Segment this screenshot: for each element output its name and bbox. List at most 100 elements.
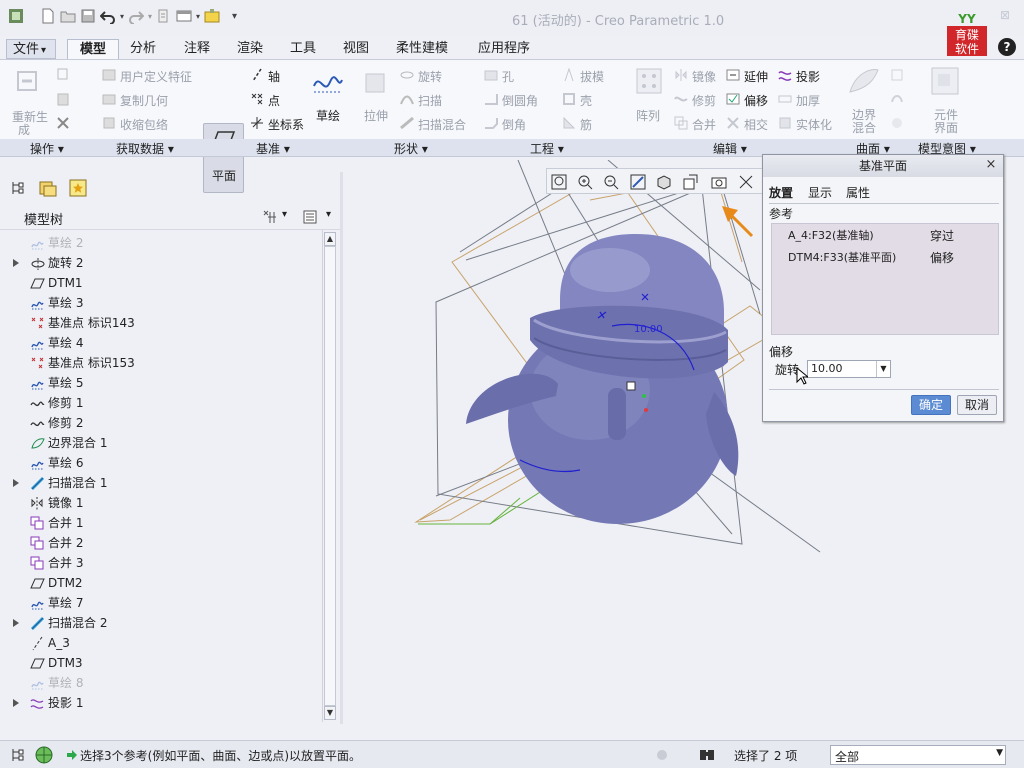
chevron-down-icon[interactable]: ▼ — [996, 748, 1003, 758]
sweep-button[interactable]: 扫描 — [418, 92, 442, 109]
selection-count[interactable]: 选择了 2 项 — [734, 747, 797, 764]
view-manager-icon[interactable] — [710, 173, 728, 191]
window-close-button[interactable]: ⊠ — [1000, 8, 1010, 22]
tab-display[interactable]: 显示 — [808, 183, 832, 203]
revolve-button[interactable]: 旋转 — [418, 68, 442, 85]
windows-icon[interactable] — [176, 8, 192, 24]
reference-constraint[interactable]: 偏移 — [930, 248, 954, 268]
tree-item[interactable]: 扫描混合 2 — [0, 613, 322, 633]
reference-constraint[interactable]: 穿过 — [930, 226, 954, 246]
tree-item[interactable]: 投影 1 — [0, 693, 322, 713]
dimension-label[interactable]: 10.00 — [634, 324, 663, 335]
tree-item[interactable]: 草绘 5 — [0, 373, 322, 393]
copy-icon[interactable] — [56, 68, 70, 82]
ok-button[interactable]: 确定 — [911, 395, 951, 415]
tab-placement[interactable]: 放置 — [769, 183, 793, 203]
solidify-icon[interactable] — [778, 116, 792, 130]
regenerate-icon[interactable] — [14, 68, 42, 96]
folder-browser-tab-icon[interactable] — [38, 178, 58, 198]
tab-file[interactable]: 文件 ▾ — [6, 39, 56, 59]
component-interface-icon[interactable] — [930, 66, 960, 96]
expand-arrow-icon[interactable] — [13, 259, 19, 267]
tree-item[interactable]: 扫描混合 1 — [0, 473, 322, 493]
tree-item[interactable]: 合并 3 — [0, 553, 322, 573]
group-datum[interactable]: 基准 ▾ — [256, 140, 290, 157]
datum-display-icon[interactable] — [737, 173, 755, 191]
reference-row[interactable]: A_4:F32(基准轴) 穿过 — [788, 226, 996, 246]
trim-icon[interactable] — [674, 92, 688, 106]
saved-orientations-icon[interactable] — [681, 173, 699, 191]
style-icon[interactable] — [890, 68, 904, 82]
tab-properties[interactable]: 属性 — [846, 183, 870, 203]
sweep-icon[interactable] — [400, 92, 414, 106]
merge-icon[interactable] — [674, 116, 688, 130]
reference-row[interactable]: DTM4:F33(基准平面) 偏移 — [788, 248, 996, 268]
swept-blend-icon[interactable] — [400, 116, 414, 130]
tree-item[interactable]: 修剪 2 — [0, 413, 322, 433]
tree-item[interactable]: 基准点 标识143 — [0, 313, 322, 333]
pattern-button[interactable]: 阵列 — [636, 107, 660, 124]
save-icon[interactable] — [80, 8, 96, 24]
rotation-value[interactable]: 10.00 — [811, 362, 843, 375]
chevron-down-icon[interactable]: ▼ — [876, 361, 890, 377]
group-shapes[interactable]: 形状 ▾ — [394, 140, 428, 157]
scroll-up-icon[interactable]: ▲ — [324, 232, 336, 246]
windows-dropdown-icon[interactable]: ▾ — [196, 12, 200, 21]
trim-button[interactable]: 修剪 — [692, 92, 716, 109]
redo-dropdown-icon[interactable]: ▾ — [148, 12, 152, 21]
browser-toggle-icon[interactable] — [34, 745, 54, 765]
tree-item[interactable]: A_3 — [0, 633, 322, 653]
hole-icon[interactable] — [484, 68, 498, 82]
regenerate-icon[interactable] — [156, 8, 172, 24]
extend-icon[interactable] — [726, 68, 740, 82]
drag-handle[interactable] — [626, 381, 636, 391]
repaint-icon[interactable] — [629, 173, 647, 191]
pattern-icon[interactable] — [636, 68, 662, 94]
user-defined-feature-button[interactable]: 用户定义特征 — [120, 68, 192, 85]
project-icon[interactable] — [778, 68, 792, 82]
model-tree-toggle-icon[interactable] — [10, 747, 26, 763]
penguin-model[interactable] — [466, 234, 739, 524]
mirror-icon[interactable] — [674, 68, 688, 82]
extend-button[interactable]: 延伸 — [744, 68, 768, 85]
datum-axis-icon[interactable] — [250, 68, 264, 82]
favorites-tab-icon[interactable] — [68, 178, 88, 198]
point-button[interactable]: 点 — [268, 92, 280, 109]
paste-icon[interactable] — [56, 92, 70, 106]
undo-dropdown-icon[interactable]: ▾ — [120, 12, 124, 21]
open-folder-icon[interactable] — [60, 8, 76, 24]
tree-item[interactable]: 草绘 7 — [0, 593, 322, 613]
tree-item[interactable]: 镜像 1 — [0, 493, 322, 513]
round-icon[interactable] — [484, 92, 498, 106]
scroll-down-icon[interactable]: ▼ — [324, 706, 336, 720]
intersect-icon[interactable] — [726, 116, 740, 130]
tree-item[interactable]: 边界混合 1 — [0, 433, 322, 453]
shell-button[interactable]: 壳 — [580, 92, 592, 109]
group-editing[interactable]: 编辑 ▾ — [713, 140, 747, 157]
freestyle-icon[interactable] — [890, 92, 904, 106]
panel-sash[interactable] — [340, 172, 343, 724]
tree-item[interactable]: 草绘 6 — [0, 453, 322, 473]
extrude-icon[interactable] — [362, 68, 390, 96]
draft-button[interactable]: 拔模 — [580, 68, 604, 85]
tree-item[interactable]: 合并 1 — [0, 513, 322, 533]
tree-item[interactable]: DTM3 — [0, 653, 322, 673]
chamfer-icon[interactable] — [484, 116, 498, 130]
project-button[interactable]: 投影 — [796, 68, 820, 85]
group-operations[interactable]: 操作 ▾ — [30, 140, 64, 157]
swept-blend-button[interactable]: 扫描混合 — [418, 116, 466, 133]
scroll-thumb[interactable] — [324, 246, 336, 706]
sketch-icon[interactable] — [312, 68, 344, 96]
csys-icon[interactable] — [250, 116, 264, 130]
copy-geometry-icon[interactable] — [102, 92, 116, 106]
refit-icon[interactable] — [550, 173, 568, 191]
cancel-button[interactable]: 取消 — [957, 395, 997, 415]
undo-icon[interactable] — [100, 8, 116, 24]
merge-button[interactable]: 合并 — [692, 116, 716, 133]
tree-item[interactable]: 草绘 4 — [0, 333, 322, 353]
zoom-out-icon[interactable] — [602, 173, 620, 191]
rib-icon[interactable] — [562, 116, 576, 130]
udf-icon[interactable] — [102, 68, 116, 82]
tab-applications[interactable]: 应用程序 — [478, 39, 530, 59]
rotation-value-combo[interactable]: 10.00 ▼ — [807, 360, 891, 378]
